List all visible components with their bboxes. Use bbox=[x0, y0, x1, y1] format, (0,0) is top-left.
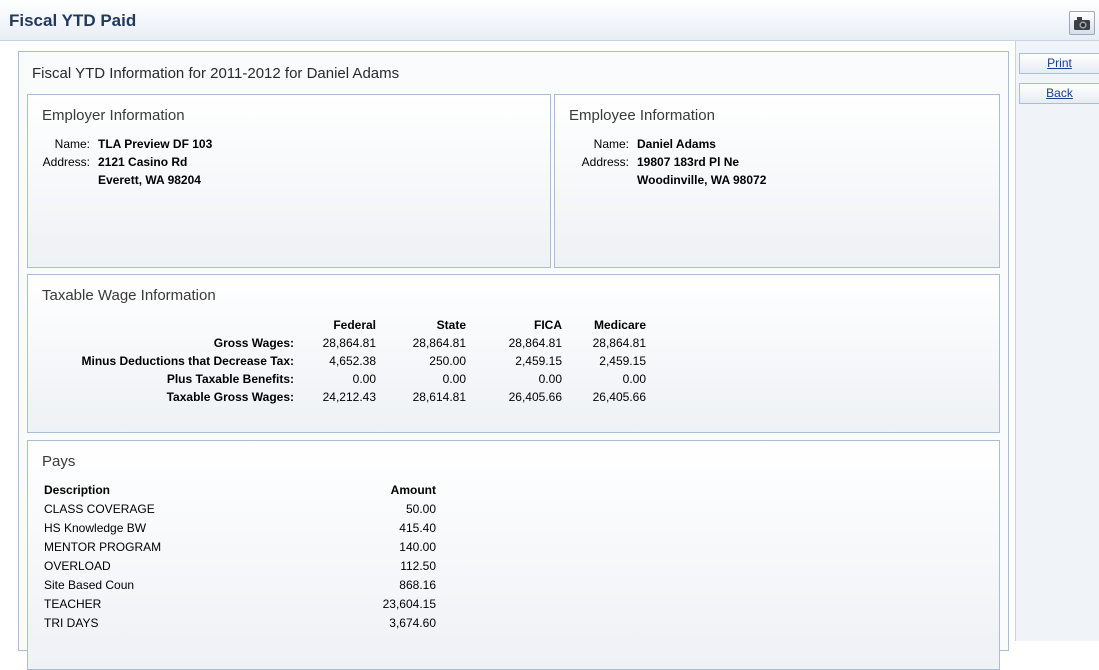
pays-title: Pays bbox=[42, 453, 76, 470]
pay-description: CLASS COVERAGE bbox=[44, 502, 155, 516]
state-value: 28,864.81 bbox=[412, 336, 466, 350]
taxable-wage-row: Plus Taxable Benefits: 0.00 0.00 0.00 0.… bbox=[28, 372, 728, 389]
taxable-wage-panel: Taxable Wage Information Federal State F… bbox=[27, 274, 1000, 433]
row-label: Taxable Gross Wages: bbox=[166, 390, 294, 404]
pay-description: Site Based Coun bbox=[44, 578, 135, 592]
fiscal-ytd-heading: Fiscal YTD Information for 2011-2012 for… bbox=[32, 65, 400, 82]
medicare-value: 28,864.81 bbox=[592, 336, 646, 350]
pay-amount: 112.50 bbox=[400, 559, 436, 573]
print-button[interactable]: Print bbox=[1019, 53, 1099, 74]
fica-value: 2,459.15 bbox=[515, 354, 562, 368]
pay-amount: 23,604.15 bbox=[382, 597, 436, 611]
row-label: Minus Deductions that Decrease Tax: bbox=[81, 354, 295, 368]
employer-address-line2: Everett, WA 98204 bbox=[98, 173, 201, 187]
pay-description: OVERLOAD bbox=[44, 559, 111, 573]
employee-name: Daniel Adams bbox=[637, 137, 716, 151]
pays-row: HS Knowledge BW 415.40 bbox=[28, 521, 448, 539]
pay-amount: 415.40 bbox=[399, 521, 436, 535]
federal-value: 4,652.38 bbox=[329, 354, 376, 368]
employer-address-line1: 2121 Casino Rd bbox=[98, 155, 188, 169]
employee-address-line2: Woodinville, WA 98072 bbox=[637, 173, 767, 187]
title-bar: Fiscal YTD Paid bbox=[0, 0, 1099, 41]
taxable-wage-row: Minus Deductions that Decrease Tax: 4,65… bbox=[28, 354, 728, 371]
pay-amount: 140.00 bbox=[399, 540, 436, 554]
taxable-wage-row: Gross Wages: 28,864.81 28,864.81 28,864.… bbox=[28, 336, 728, 353]
pay-description: HS Knowledge BW bbox=[44, 521, 147, 535]
fica-value: 0.00 bbox=[538, 372, 562, 386]
pays-row: TEACHER 23,604.15 bbox=[28, 597, 448, 615]
column-header-amount: Amount bbox=[390, 483, 436, 497]
taxable-wage-row: Taxable Gross Wages: 24,212.43 28,614.81… bbox=[28, 390, 728, 407]
column-header-medicare: Medicare bbox=[593, 318, 646, 332]
pays-row: CLASS COVERAGE 50.00 bbox=[28, 502, 448, 520]
pays-row: TRI DAYS 3,674.60 bbox=[28, 616, 448, 634]
federal-value: 28,864.81 bbox=[322, 336, 376, 350]
row-label: Gross Wages: bbox=[213, 336, 294, 350]
employer-address-block: Name: TLA Preview DF 103 Address: 2121 C… bbox=[28, 137, 528, 217]
column-header-state: State bbox=[436, 318, 466, 332]
medicare-value: 2,459.15 bbox=[599, 354, 646, 368]
pay-amount: 50.00 bbox=[405, 502, 436, 516]
state-value: 0.00 bbox=[442, 372, 466, 386]
employer-name-label: Name: bbox=[54, 137, 90, 151]
pays-panel: Pays Description Amount CLASS COVERAGE 5… bbox=[27, 440, 1000, 670]
employer-panel: Employer Information Name: TLA Preview D… bbox=[27, 94, 551, 268]
pays-row: MENTOR PROGRAM 140.00 bbox=[28, 540, 448, 558]
taxable-wage-header-row: Federal State FICA Medicare bbox=[28, 318, 728, 335]
camera-icon bbox=[1074, 17, 1090, 30]
fica-value: 28,864.81 bbox=[508, 336, 562, 350]
pay-amount: 3,674.60 bbox=[389, 616, 436, 630]
pays-row: OVERLOAD 112.50 bbox=[28, 559, 448, 577]
federal-value: 0.00 bbox=[352, 372, 376, 386]
employee-address-line1: 19807 183rd Pl Ne bbox=[637, 155, 740, 169]
column-header-fica: FICA bbox=[534, 318, 562, 332]
pays-header-row: Description Amount bbox=[28, 483, 448, 501]
column-header-federal: Federal bbox=[333, 318, 376, 332]
taxable-wage-title: Taxable Wage Information bbox=[42, 287, 216, 304]
employee-panel: Employee Information Name: Daniel Adams … bbox=[554, 94, 1000, 268]
screenshot-button[interactable] bbox=[1069, 11, 1095, 35]
pay-description: TRI DAYS bbox=[44, 616, 99, 630]
employer-name: TLA Preview DF 103 bbox=[98, 137, 213, 151]
employee-address-label: Address: bbox=[581, 155, 629, 169]
pay-description: TEACHER bbox=[44, 597, 102, 611]
row-label: Plus Taxable Benefits: bbox=[166, 372, 294, 386]
employer-panel-title: Employer Information bbox=[42, 107, 185, 124]
pay-description: MENTOR PROGRAM bbox=[44, 540, 162, 554]
employee-address-block: Name: Daniel Adams Address: 19807 183rd … bbox=[567, 137, 987, 217]
fiscal-ytd-container: Fiscal YTD Information for 2011-2012 for… bbox=[18, 51, 1009, 670]
pay-amount: 868.16 bbox=[399, 578, 436, 592]
back-button[interactable]: Back bbox=[1019, 83, 1099, 104]
state-value: 28,614.81 bbox=[412, 390, 466, 404]
employer-address-label: Address: bbox=[42, 155, 90, 169]
page-title: Fiscal YTD Paid bbox=[9, 11, 137, 30]
medicare-value: 0.00 bbox=[622, 372, 646, 386]
action-sidebar: Print Back bbox=[1015, 41, 1099, 641]
employee-panel-title: Employee Information bbox=[569, 107, 715, 124]
medicare-value: 26,405.66 bbox=[592, 390, 646, 404]
state-value: 250.00 bbox=[429, 354, 466, 368]
employee-name-label: Name: bbox=[593, 137, 629, 151]
fica-value: 26,405.66 bbox=[508, 390, 562, 404]
column-header-description: Description bbox=[44, 483, 111, 497]
federal-value: 24,212.43 bbox=[322, 390, 376, 404]
pays-row: Site Based Coun 868.16 bbox=[28, 578, 448, 596]
